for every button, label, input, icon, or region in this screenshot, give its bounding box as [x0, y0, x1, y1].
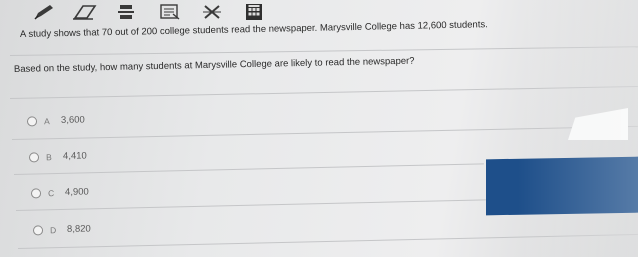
divider: [9, 46, 638, 56]
eliminate-icon[interactable]: [200, 2, 224, 22]
answer-choice-a[interactable]: A 3,600: [26, 114, 85, 127]
radio-button-b[interactable]: [28, 151, 40, 163]
divider: [9, 85, 638, 99]
blue-panel: [486, 156, 638, 216]
choice-letter-b: B: [45, 151, 52, 162]
radio-button-c[interactable]: [30, 187, 42, 199]
answer-choice-d[interactable]: D 8,820: [32, 223, 91, 236]
fraction-icon[interactable]: [115, 2, 137, 22]
notes-icon[interactable]: [158, 2, 182, 22]
choice-value-d: 8,820: [66, 223, 91, 235]
screen-glare-highlight: [568, 108, 628, 140]
choice-letter-a: A: [43, 115, 50, 126]
choice-letter-c: C: [47, 187, 55, 198]
eraser-icon[interactable]: [70, 2, 100, 22]
radio-button-d[interactable]: [32, 224, 44, 236]
radio-button-a[interactable]: [26, 115, 38, 127]
divider: [11, 125, 638, 140]
question-text-line2: Based on the study, how many students at…: [13, 55, 415, 75]
calculator-icon[interactable]: [243, 2, 265, 22]
choice-value-c: 4,900: [64, 186, 89, 198]
choice-value-b: 4,410: [62, 150, 87, 162]
divider: [13, 163, 484, 175]
answer-choice-b[interactable]: B 4,410: [28, 150, 87, 163]
pencil-icon[interactable]: [32, 2, 58, 22]
answer-choice-c[interactable]: C 4,900: [30, 186, 89, 199]
choice-letter-d: D: [49, 224, 57, 235]
choice-value-a: 3,600: [60, 114, 85, 126]
divider: [15, 199, 486, 211]
divider: [17, 233, 638, 249]
